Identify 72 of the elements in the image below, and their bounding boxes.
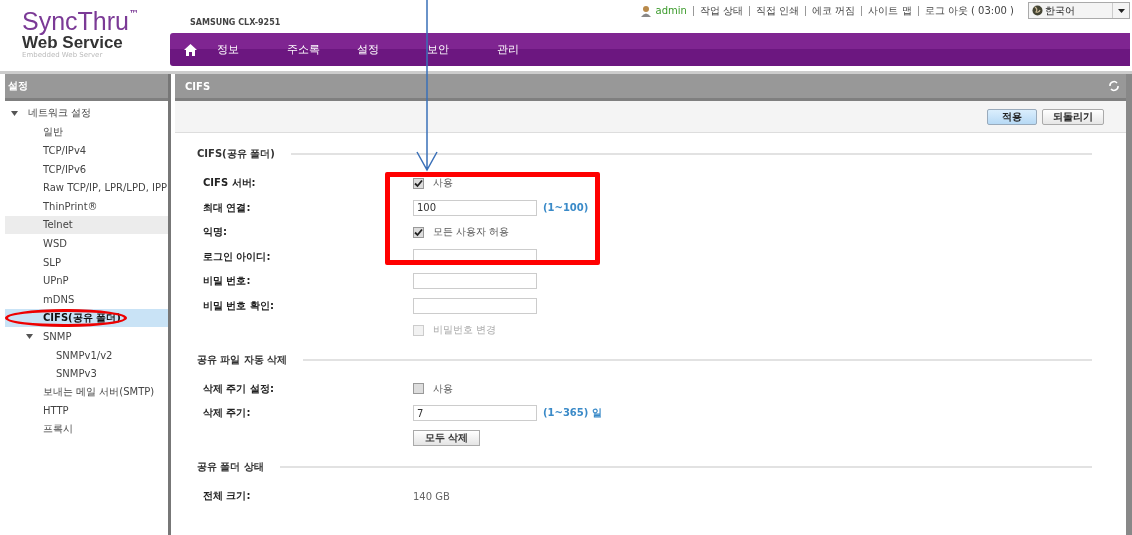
section-title: CIFS(공유 폴더) bbox=[197, 147, 275, 161]
sidebar-item[interactable]: 일반 bbox=[5, 122, 168, 142]
checkbox[interactable] bbox=[413, 226, 424, 238]
nav-tab[interactable]: 주소록 bbox=[287, 42, 357, 57]
language-select[interactable]: 한국어 bbox=[1028, 2, 1130, 19]
logo-title: SyncThru bbox=[22, 8, 129, 34]
section-title: 공유 폴더 상태 bbox=[197, 460, 264, 474]
nav-tab[interactable]: 설정 bbox=[357, 42, 427, 57]
sidebar-title: 설정 bbox=[5, 74, 168, 101]
field-label: 최대 연결: bbox=[203, 201, 251, 213]
sidebar-item[interactable]: HTTP bbox=[5, 401, 168, 421]
checkbox-label: 사용 bbox=[433, 381, 453, 396]
home-icon[interactable] bbox=[184, 43, 197, 56]
toolbar-button[interactable]: 되돌리기 bbox=[1042, 108, 1104, 125]
sidebar-item[interactable]: SNMPv1/v2 bbox=[5, 345, 168, 365]
top-link[interactable]: 직접 인쇄 bbox=[749, 5, 806, 16]
sidebar-item[interactable]: UPnP bbox=[5, 271, 168, 290]
info-value: 140 GB bbox=[413, 490, 450, 502]
user-link[interactable]: admin bbox=[655, 5, 693, 16]
triangle-icon bbox=[11, 109, 18, 117]
sidebar-item[interactable]: ThinPrint® bbox=[5, 196, 168, 216]
checkbox-label: 비밀번호 변경 bbox=[433, 323, 497, 338]
user-icon bbox=[639, 4, 652, 17]
field-label: 전체 크기: bbox=[203, 490, 251, 502]
sidebar-item[interactable]: SLP bbox=[5, 252, 168, 272]
range-hint: (1~365) 일 bbox=[543, 406, 602, 421]
checkbox-label: 모든 사용자 허용 bbox=[433, 225, 510, 240]
top-link[interactable]: 로그 아웃 ( 03:00 ) bbox=[917, 5, 1020, 16]
field-label: 익명: bbox=[203, 226, 227, 238]
field-label: CIFS 서버: bbox=[203, 177, 256, 189]
nav-tab[interactable]: 관리 bbox=[497, 42, 567, 57]
top-link[interactable]: 사이트 맵 bbox=[861, 5, 918, 16]
sidebar-item[interactable]: Raw TCP/IP, LPR/LPD, IPP bbox=[5, 178, 168, 197]
page-title: CIFS bbox=[185, 80, 211, 92]
range-hint: (1~100) bbox=[543, 202, 589, 214]
delete-all-button[interactable]: 모두 삭제 bbox=[413, 429, 480, 446]
logo-subtitle: Web Service bbox=[22, 34, 123, 51]
field-label: 비밀 번호: bbox=[203, 275, 251, 287]
sidebar-item[interactable]: WSD bbox=[5, 234, 168, 253]
input-field[interactable]: 100 bbox=[413, 199, 537, 216]
input-field[interactable]: 7 bbox=[413, 405, 537, 422]
sidebar-item[interactable]: TCP/IPv4 bbox=[5, 141, 168, 160]
field-label: 로그인 아이디: bbox=[203, 250, 271, 262]
sidebar-item[interactable]: Telnet bbox=[5, 215, 168, 235]
refresh-icon[interactable] bbox=[1108, 80, 1120, 92]
nav-tab[interactable]: 정보 bbox=[217, 42, 287, 57]
sidebar-item[interactable]: 프록시 bbox=[5, 420, 168, 439]
caret-icon bbox=[1117, 8, 1125, 13]
input-field[interactable] bbox=[413, 297, 537, 314]
trademark-sign: ™ bbox=[129, 8, 139, 19]
checkbox[interactable] bbox=[413, 177, 424, 189]
field-label: 삭제 주기: bbox=[203, 407, 251, 419]
sidebar-item[interactable]: mDNS bbox=[5, 289, 168, 309]
top-link[interactable]: 작업 상태 bbox=[692, 5, 750, 16]
sidebar-item[interactable]: SNMP bbox=[5, 327, 168, 346]
top-link[interactable]: 에코 꺼짐 bbox=[805, 5, 862, 16]
sidebar-item[interactable]: SNMPv3 bbox=[5, 364, 168, 383]
field-label: 삭제 주기 설정: bbox=[203, 382, 274, 394]
toolbar-button[interactable]: 적용 bbox=[987, 108, 1037, 125]
sidebar-item[interactable]: 보내는 메일 서버(SMTP) bbox=[5, 382, 168, 402]
sidebar-item[interactable]: 네트워크 설정 bbox=[5, 104, 168, 123]
nav-tab[interactable]: 보안 bbox=[427, 42, 497, 57]
triangle-icon bbox=[26, 332, 33, 340]
sidebar-item[interactable]: TCP/IPv6 bbox=[5, 159, 168, 179]
section-title: 공유 파일 자동 삭제 bbox=[197, 352, 288, 367]
checkbox[interactable] bbox=[413, 383, 424, 395]
field-label: 비밀 번호 확인: bbox=[203, 299, 274, 311]
model-name: SAMSUNG CLX-9251 bbox=[189, 17, 281, 27]
sidebar-item[interactable]: CIFS(공유 폴더) bbox=[5, 308, 168, 328]
input-field[interactable] bbox=[413, 273, 537, 290]
globe-icon bbox=[1032, 5, 1043, 16]
checkbox-label: 사용 bbox=[433, 176, 453, 191]
